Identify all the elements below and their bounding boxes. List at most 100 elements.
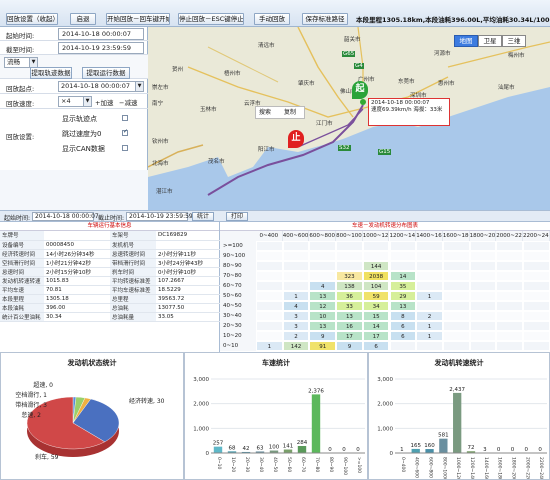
matrix-cell — [336, 241, 363, 251]
matrix-cell: 12 — [309, 301, 337, 311]
y-tick-label: 3,000 — [193, 377, 209, 383]
rpm-chart-panel: 发动机转速统计 3,000 2,000 1,000 0 1 0~400 165 400~600… — [368, 352, 550, 480]
show-can-option[interactable]: 显示CAN数据 — [56, 143, 144, 155]
query-start-input[interactable]: 2014-10-18 00:00:07 — [32, 212, 99, 221]
copy-tab[interactable]: 复制 — [284, 107, 296, 118]
matrix-cell: 13 — [309, 291, 337, 301]
matrix-cell: 15 — [362, 311, 390, 321]
skip-zero-speed-option[interactable]: 跳过速度为0 — [56, 128, 144, 140]
x-tick-label: 0~10 — [216, 457, 222, 469]
info-row: 经济转速时间 14小时26分钟34秒 怠速转速时间 2小时分钟11秒 — [0, 249, 220, 259]
pie-label: 经济转速, 30 — [129, 397, 165, 405]
bar — [411, 448, 420, 453]
skip-zero-speed-checkbox[interactable] — [122, 128, 128, 136]
playback-settings-button[interactable]: 回放设置（收起） — [6, 13, 58, 25]
city-label: 阳江市 — [258, 147, 275, 153]
end-time-input[interactable]: 2014-10-19 23:59:59 — [58, 42, 144, 54]
info-key: 车架号 — [110, 231, 156, 241]
matrix-cell — [416, 341, 443, 351]
show-can-checkbox[interactable] — [122, 145, 128, 151]
matrix-column-header: 2000~2200 — [496, 231, 523, 241]
map-view[interactable]: 地图 卫星 三维 贺州 清远市 韶关市 河源市 梅州市 广州市 东莞市 惠州市 … — [148, 27, 550, 210]
matrix-cell — [469, 331, 497, 341]
start-marker-icon[interactable]: 起 — [352, 81, 368, 99]
matrix-cell — [309, 241, 337, 251]
matrix-cell — [336, 251, 363, 261]
info-row: 车牌号 车架号 DC169829 — [0, 231, 220, 241]
stop-playback-button[interactable]: 停止回放－ESC键停止 — [178, 13, 244, 25]
matrix-column-header: 2200~2400 — [523, 231, 550, 241]
map-type-3d[interactable]: 三维 — [502, 35, 526, 47]
fetch-run-button[interactable]: 提取运行数据 — [82, 67, 130, 79]
matrix-cell — [469, 321, 497, 331]
matrix-cell — [496, 241, 523, 251]
x-tick-label: 2200~2400 — [538, 457, 544, 479]
matrix-cell: 1 — [416, 321, 443, 331]
stop-marker-icon[interactable]: 止 — [288, 130, 304, 148]
manual-playback-button[interactable]: 手动回放 — [254, 13, 290, 25]
pie-label: 带档滑行, 3 — [15, 401, 47, 409]
city-label: 崇左市 — [152, 85, 169, 91]
x-tick-label: 1400~1600 — [483, 457, 489, 479]
city-label: 江门市 — [316, 121, 333, 127]
city-label: 南宁 — [152, 101, 164, 107]
city-label: 汕尾市 — [498, 85, 515, 91]
print-button[interactable]: 打印 — [226, 212, 248, 221]
speed-down-button[interactable]: −减速 — [119, 97, 137, 107]
start-playback-button[interactable]: 开始回放－回车键开始 — [106, 13, 170, 25]
matrix-cell — [469, 311, 497, 321]
info-row: 本段油耗 396.00 总油耗 13077.50 — [0, 303, 220, 313]
matrix-cell — [256, 291, 283, 301]
city-label: 清远市 — [258, 43, 275, 49]
query-end-input[interactable]: 2014-10-19 23:59:59 — [126, 212, 193, 221]
matrix-cell — [256, 241, 283, 251]
speed-up-button[interactable]: +加速 — [95, 97, 113, 107]
start-point-value: 2014-10-18 00:00:07 — [61, 82, 131, 90]
pie-label: 空档滑行, 1 — [15, 391, 47, 399]
start-point-select[interactable]: 2014-10-18 00:00:07 ▼ — [58, 81, 144, 92]
info-row: 设备编号 00008450 发机机号 — [0, 240, 220, 250]
x-tick-label: 2000~2200 — [524, 457, 530, 479]
matrix-cell — [442, 301, 470, 311]
speed-select[interactable]: ×4 ▼ — [58, 96, 92, 107]
matrix-cell — [496, 251, 523, 261]
x-tick-label: 1800~2000 — [510, 457, 516, 479]
start-time-input[interactable]: 2014-10-18 00:00:07 — [58, 28, 144, 40]
matrix-cell — [389, 341, 417, 351]
matrix-cell — [469, 261, 497, 271]
matrix-cell — [389, 261, 417, 271]
x-tick-label: 0~400 — [400, 457, 406, 472]
info-value: 70.81 — [44, 285, 110, 295]
start-point-label: 回放起点: — [6, 85, 35, 93]
map-type-map[interactable]: 地图 — [454, 35, 478, 47]
matrix-cell — [496, 271, 523, 281]
matrix-cell — [256, 271, 283, 281]
x-tick-label: 80~90 — [328, 457, 334, 472]
vehicle-info-table: 车牌号 车架号 DC169829 设备编号 00008450 发机机号 经济转速时间 14小时… — [0, 231, 220, 322]
matrix-cell — [523, 241, 550, 251]
bar — [297, 445, 307, 453]
matrix-cell: 6 — [362, 341, 390, 351]
x-tick-label: 1000~1200 — [455, 457, 461, 479]
matrix-cell: 9 — [309, 331, 337, 341]
bar-value-label: 72 — [468, 445, 475, 451]
matrix-cell: 6 — [389, 321, 417, 331]
show-track-points-option[interactable]: 显示轨迹点 — [56, 113, 144, 125]
matrix-cell — [362, 241, 390, 251]
back-button[interactable]: 启退 — [70, 13, 96, 25]
matrix-row-label: 10~20 — [220, 331, 256, 341]
bar — [311, 394, 321, 453]
fetch-track-button[interactable]: 提取轨迹数据 — [30, 67, 72, 79]
save-standard-path-button[interactable]: 保存标准路径 — [302, 13, 348, 25]
info-value — [44, 231, 110, 241]
stats-button[interactable]: 统计 — [192, 212, 214, 221]
bar-value-label: 165 — [410, 443, 421, 449]
info-value: 2小时分钟11秒 — [156, 249, 220, 259]
search-tab[interactable]: 搜索 — [259, 107, 271, 118]
matrix-cell — [523, 311, 550, 321]
matrix-cell — [496, 301, 523, 311]
matrix-column-header: 1200~1400 — [389, 231, 417, 241]
map-type-satellite[interactable]: 卫星 — [478, 35, 502, 47]
show-track-points-checkbox[interactable] — [122, 115, 128, 121]
matrix-cell: 34 — [362, 301, 390, 311]
